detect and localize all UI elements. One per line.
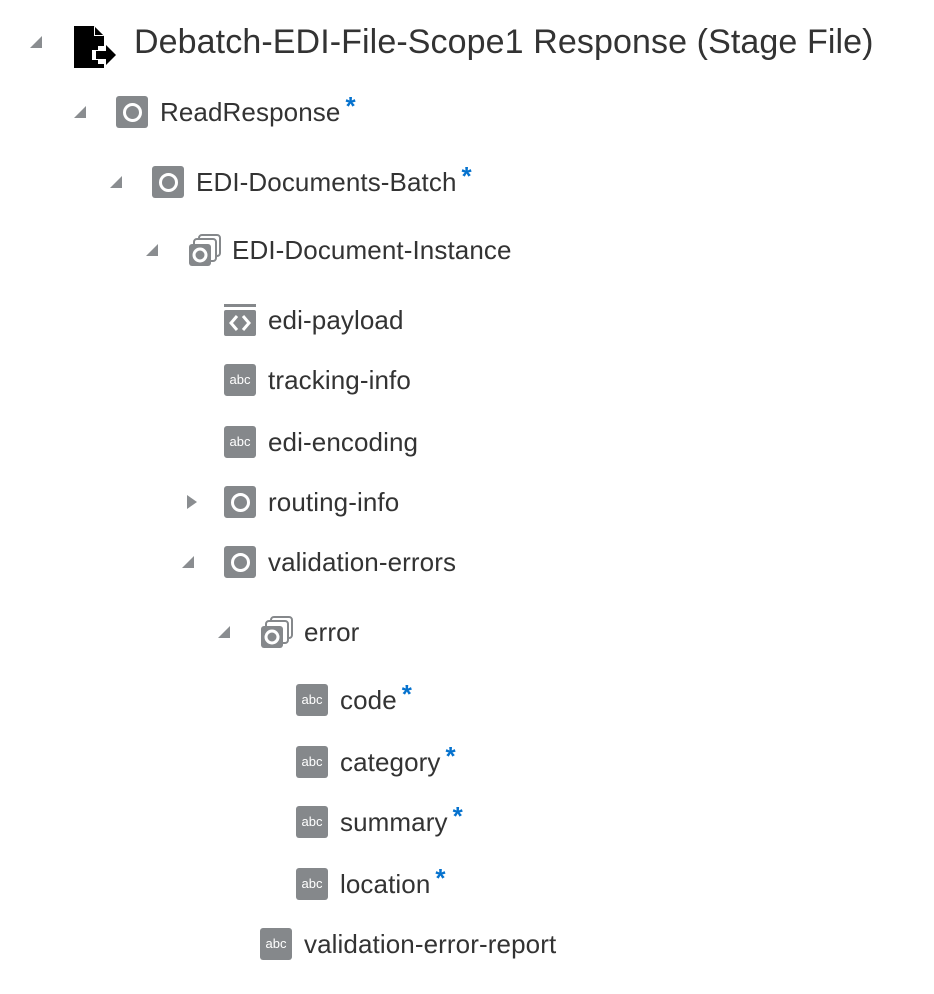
repeating-object-icon [188, 234, 221, 266]
collapse-toggle-icon[interactable] [180, 554, 196, 570]
tree-node-label: EDI-Document-Instance [232, 235, 512, 265]
tree-node-label: ReadResponse * [160, 91, 356, 127]
required-marker: * [452, 801, 463, 831]
required-marker: * [345, 91, 356, 121]
tree-node-label: category * [340, 741, 456, 777]
required-marker: * [461, 161, 472, 191]
object-icon [116, 96, 148, 128]
required-marker: * [445, 741, 456, 771]
tree-node-label: tracking-info [268, 365, 411, 395]
string-icon: abc [296, 868, 328, 900]
stage-file-icon [72, 24, 118, 70]
collapse-toggle-icon[interactable] [72, 104, 88, 120]
tree-node-label: Debatch-EDI-File-Scope1 Response (Stage … [134, 23, 874, 61]
object-icon [152, 166, 184, 198]
code-icon [224, 304, 256, 336]
tree-node-label: code * [340, 679, 412, 715]
tree-node-label: summary * [340, 801, 463, 837]
tree-node-label: validation-error-report [304, 929, 557, 959]
tree-node-label: validation-errors [268, 547, 457, 577]
object-icon [224, 486, 256, 518]
string-icon: abc [296, 746, 328, 778]
string-icon: abc [224, 426, 256, 458]
collapse-toggle-icon[interactable] [28, 34, 44, 50]
tree-node-label: edi-encoding [268, 427, 419, 457]
object-icon [224, 546, 256, 578]
tree-node-label: EDI-Documents-Batch * [196, 161, 472, 197]
string-icon: abc [260, 928, 292, 960]
collapse-toggle-icon[interactable] [144, 242, 160, 258]
string-icon: abc [224, 364, 256, 396]
string-icon: abc [296, 684, 328, 716]
tree-node-label: edi-payload [268, 305, 404, 335]
collapse-toggle-icon[interactable] [216, 624, 232, 640]
tree-node-label: routing-info [268, 487, 400, 517]
repeating-object-icon [260, 616, 293, 648]
tree-node-label: error [304, 617, 360, 647]
string-icon: abc [296, 806, 328, 838]
expand-toggle-icon[interactable] [184, 494, 200, 510]
required-marker: * [401, 679, 412, 709]
tree-node-label: location * [340, 863, 446, 899]
required-marker: * [435, 863, 446, 893]
collapse-toggle-icon[interactable] [108, 174, 124, 190]
